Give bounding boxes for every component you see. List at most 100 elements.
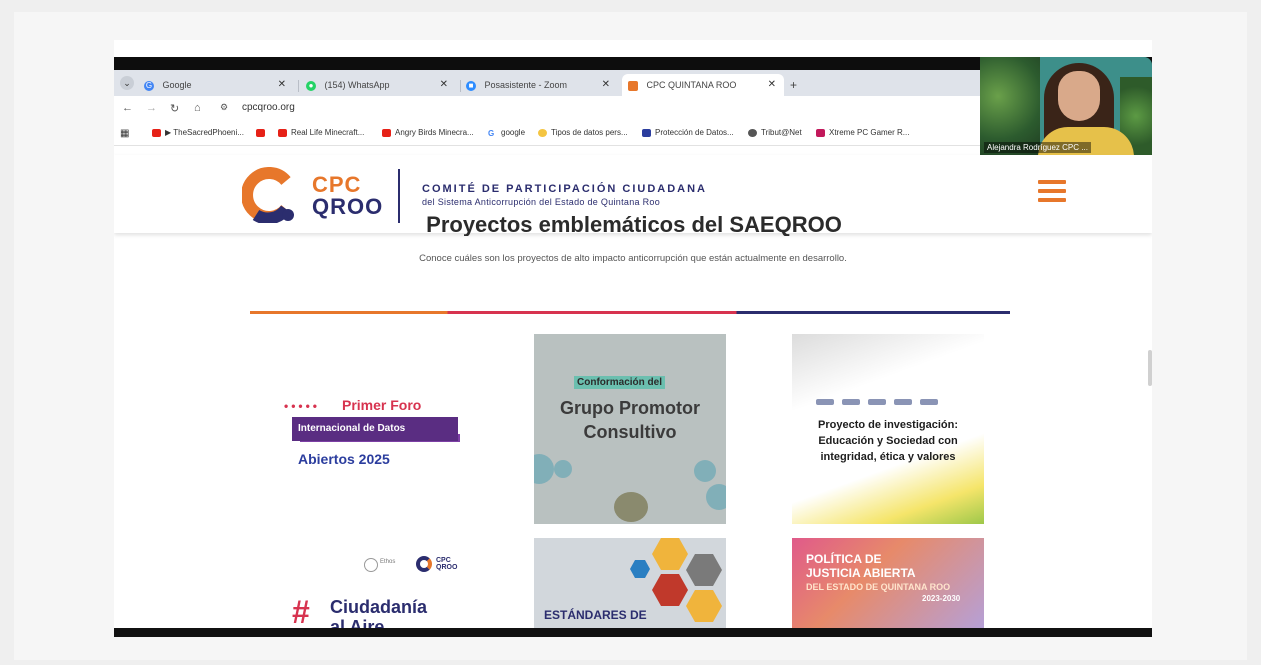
bookmark-item[interactable]: Tipos de datos pers... [538, 128, 628, 137]
card-title-line: Consultivo [583, 422, 677, 442]
tab-separator [298, 80, 299, 92]
card-title-line: Abiertos 2025 [298, 451, 390, 467]
section-divider [250, 311, 1010, 314]
youtube-icon [256, 128, 265, 137]
bookmark-label: google [501, 128, 526, 137]
bookmark-label: Protección de Datos... [655, 128, 734, 137]
close-tab-icon[interactable]: ✕ [602, 74, 610, 96]
bookmark-label: Real Life Minecraft... [291, 128, 365, 137]
bookmark-item[interactable]: Ggoogle [488, 128, 526, 138]
whatsapp-favicon-icon: ● [306, 80, 316, 91]
bookmark-item[interactable]: Angry Birds Minecra... [382, 128, 474, 137]
bookmark-item[interactable]: Protección de Datos... [642, 128, 734, 137]
card-title: Proyecto de investigación: Educación y S… [818, 419, 958, 463]
window-bottom-bar [114, 628, 1152, 637]
tab-search-button[interactable]: ⌄ [120, 76, 134, 90]
reload-icon[interactable]: ↻ [170, 102, 179, 115]
partner-logo-icon [364, 558, 378, 572]
decor-blob [706, 484, 726, 510]
close-tab-icon[interactable]: ✕ [768, 74, 776, 96]
card-title-line: Grupo Promotor [560, 398, 700, 418]
partner-logo-text: Ethos [380, 559, 396, 565]
card-title-line: JUSTICIA ABIERTA [806, 566, 916, 580]
bookmark-item[interactable]: Real Life Minecraft... [278, 128, 364, 137]
section-heading: Proyectos emblemáticos del SAEQROO [426, 212, 842, 236]
card-title-line: Primer Foro [342, 397, 422, 413]
bookmark-label: Angry Birds Minecra... [395, 128, 474, 137]
bookmark-item[interactable]: Xtreme PC Gamer R... [816, 128, 909, 137]
close-tab-icon[interactable]: ✕ [278, 74, 286, 96]
close-tab-icon[interactable]: ✕ [440, 74, 448, 96]
tab-cpc-quintana-roo[interactable]: CPC QUINTANA ROO ✕ [622, 74, 784, 96]
partner-logos [816, 392, 966, 405]
project-card-proyecto-investigacion[interactable]: Proyecto de investigación: Educación y S… [792, 334, 984, 524]
bookmark-item[interactable]: ▶ TheSacredPhoeni... [152, 128, 244, 137]
card-subtitle-line: DEL ESTADO DE QUINTANA ROO [806, 582, 951, 592]
forward-arrow-icon[interactable]: → [146, 102, 157, 114]
card-title-line: Internacional de Datos [298, 423, 406, 434]
decor-hexagon [686, 590, 722, 622]
participant-name: Alejandra Rodríguez CPC ... [984, 142, 1091, 153]
globe-icon [748, 128, 757, 137]
logo-text-qroo: QROO [312, 194, 384, 219]
google-icon: G [488, 128, 497, 138]
bulb-icon [538, 128, 547, 137]
card-title-line: ESTÁNDARES DE [544, 608, 647, 622]
decor-hexagon [652, 538, 688, 570]
tab-google[interactable]: G Google ✕ [144, 74, 294, 96]
youtube-icon [382, 128, 391, 137]
youtube-icon [278, 128, 287, 137]
decor-blob [694, 460, 716, 482]
card-title-line: POLÍTICA DE [806, 552, 882, 566]
cpc-favicon-icon [628, 80, 638, 91]
plant-background [980, 57, 1040, 155]
store-icon [816, 128, 825, 137]
bookmark-label: ▶ TheSacredPhoeni... [165, 128, 244, 137]
url-field[interactable]: ⚙ cpcqroo.org [220, 100, 980, 118]
site-info-icon[interactable]: ⚙ [220, 102, 228, 113]
cpc-logo-small-icon [416, 556, 432, 572]
cpc-logo-icon[interactable] [242, 167, 298, 223]
decor-dots: ••••• [284, 399, 321, 413]
project-card-justicia-abierta[interactable]: POLÍTICA DE JUSTICIA ABIERTA DEL ESTADO … [792, 538, 984, 630]
bookmark-item[interactable]: Tribut@Net [748, 128, 802, 137]
participant-face [1058, 71, 1100, 121]
webcam-thumbnail[interactable]: Alejandra Rodríguez CPC ... [980, 57, 1152, 155]
back-arrow-icon[interactable]: ← [122, 102, 133, 114]
tab-label: Posasistente - Zoom [484, 80, 568, 90]
hamburger-menu-icon[interactable] [1038, 180, 1066, 204]
tab-label: CPC QUINTANA ROO [646, 80, 737, 90]
google-favicon-icon: G [144, 80, 154, 91]
home-icon[interactable]: ⌂ [194, 102, 201, 114]
zoom-favicon-icon: ■ [466, 80, 476, 91]
url-text: cpcqroo.org [242, 102, 295, 113]
tab-separator [460, 80, 461, 92]
page-scrollbar[interactable] [1148, 350, 1152, 386]
decor-hexagon [630, 560, 650, 578]
card-years: 2023-2030 [922, 594, 961, 603]
project-card-foro-datos-abiertos[interactable]: ••••• Primer Foro Internacional de Datos… [274, 334, 474, 524]
youtube-icon [152, 128, 161, 137]
tab-zoom[interactable]: ■ Posasistente - Zoom ✕ [466, 74, 618, 96]
decor-hexagon [686, 554, 722, 586]
bookmark-label: Tribut@Net [761, 128, 802, 137]
decor-hexagon [652, 574, 688, 606]
tab-whatsapp[interactable]: ● (154) WhatsApp ✕ [306, 74, 456, 96]
project-card-ciudadania-al-aire[interactable]: Ethos CPC QROO # Ciudadanía al Aire [274, 538, 474, 630]
shared-browser-window: ⌄ G Google ✕ ● (154) WhatsApp ✕ ■ Posasi… [114, 40, 1152, 637]
card-tag: Conformación del [574, 376, 666, 389]
tab-label: (154) WhatsApp [324, 80, 390, 90]
shield-icon [642, 128, 651, 137]
new-tab-icon[interactable]: + [790, 74, 797, 96]
logo-small-text: CPC QROO [436, 557, 458, 571]
site-subtitle: del Sistema Anticorrupción del Estado de… [422, 197, 661, 207]
project-card-grupo-promotor[interactable]: Conformación del Grupo Promotor Consulti… [534, 334, 726, 524]
apps-grid-icon[interactable]: ▦ [120, 128, 129, 139]
tab-label: Google [162, 80, 192, 90]
project-card-estandares[interactable]: ESTÁNDARES DE [534, 538, 726, 630]
section-subtitle: Conoce cuáles son los proyectos de alto … [419, 253, 847, 264]
bookmark-item[interactable] [256, 128, 269, 137]
screen-share-stage: ⌄ G Google ✕ ● (154) WhatsApp ✕ ■ Posasi… [0, 0, 1261, 665]
card-title-line: Ciudadanía [330, 597, 428, 617]
decor-blob [534, 454, 554, 484]
